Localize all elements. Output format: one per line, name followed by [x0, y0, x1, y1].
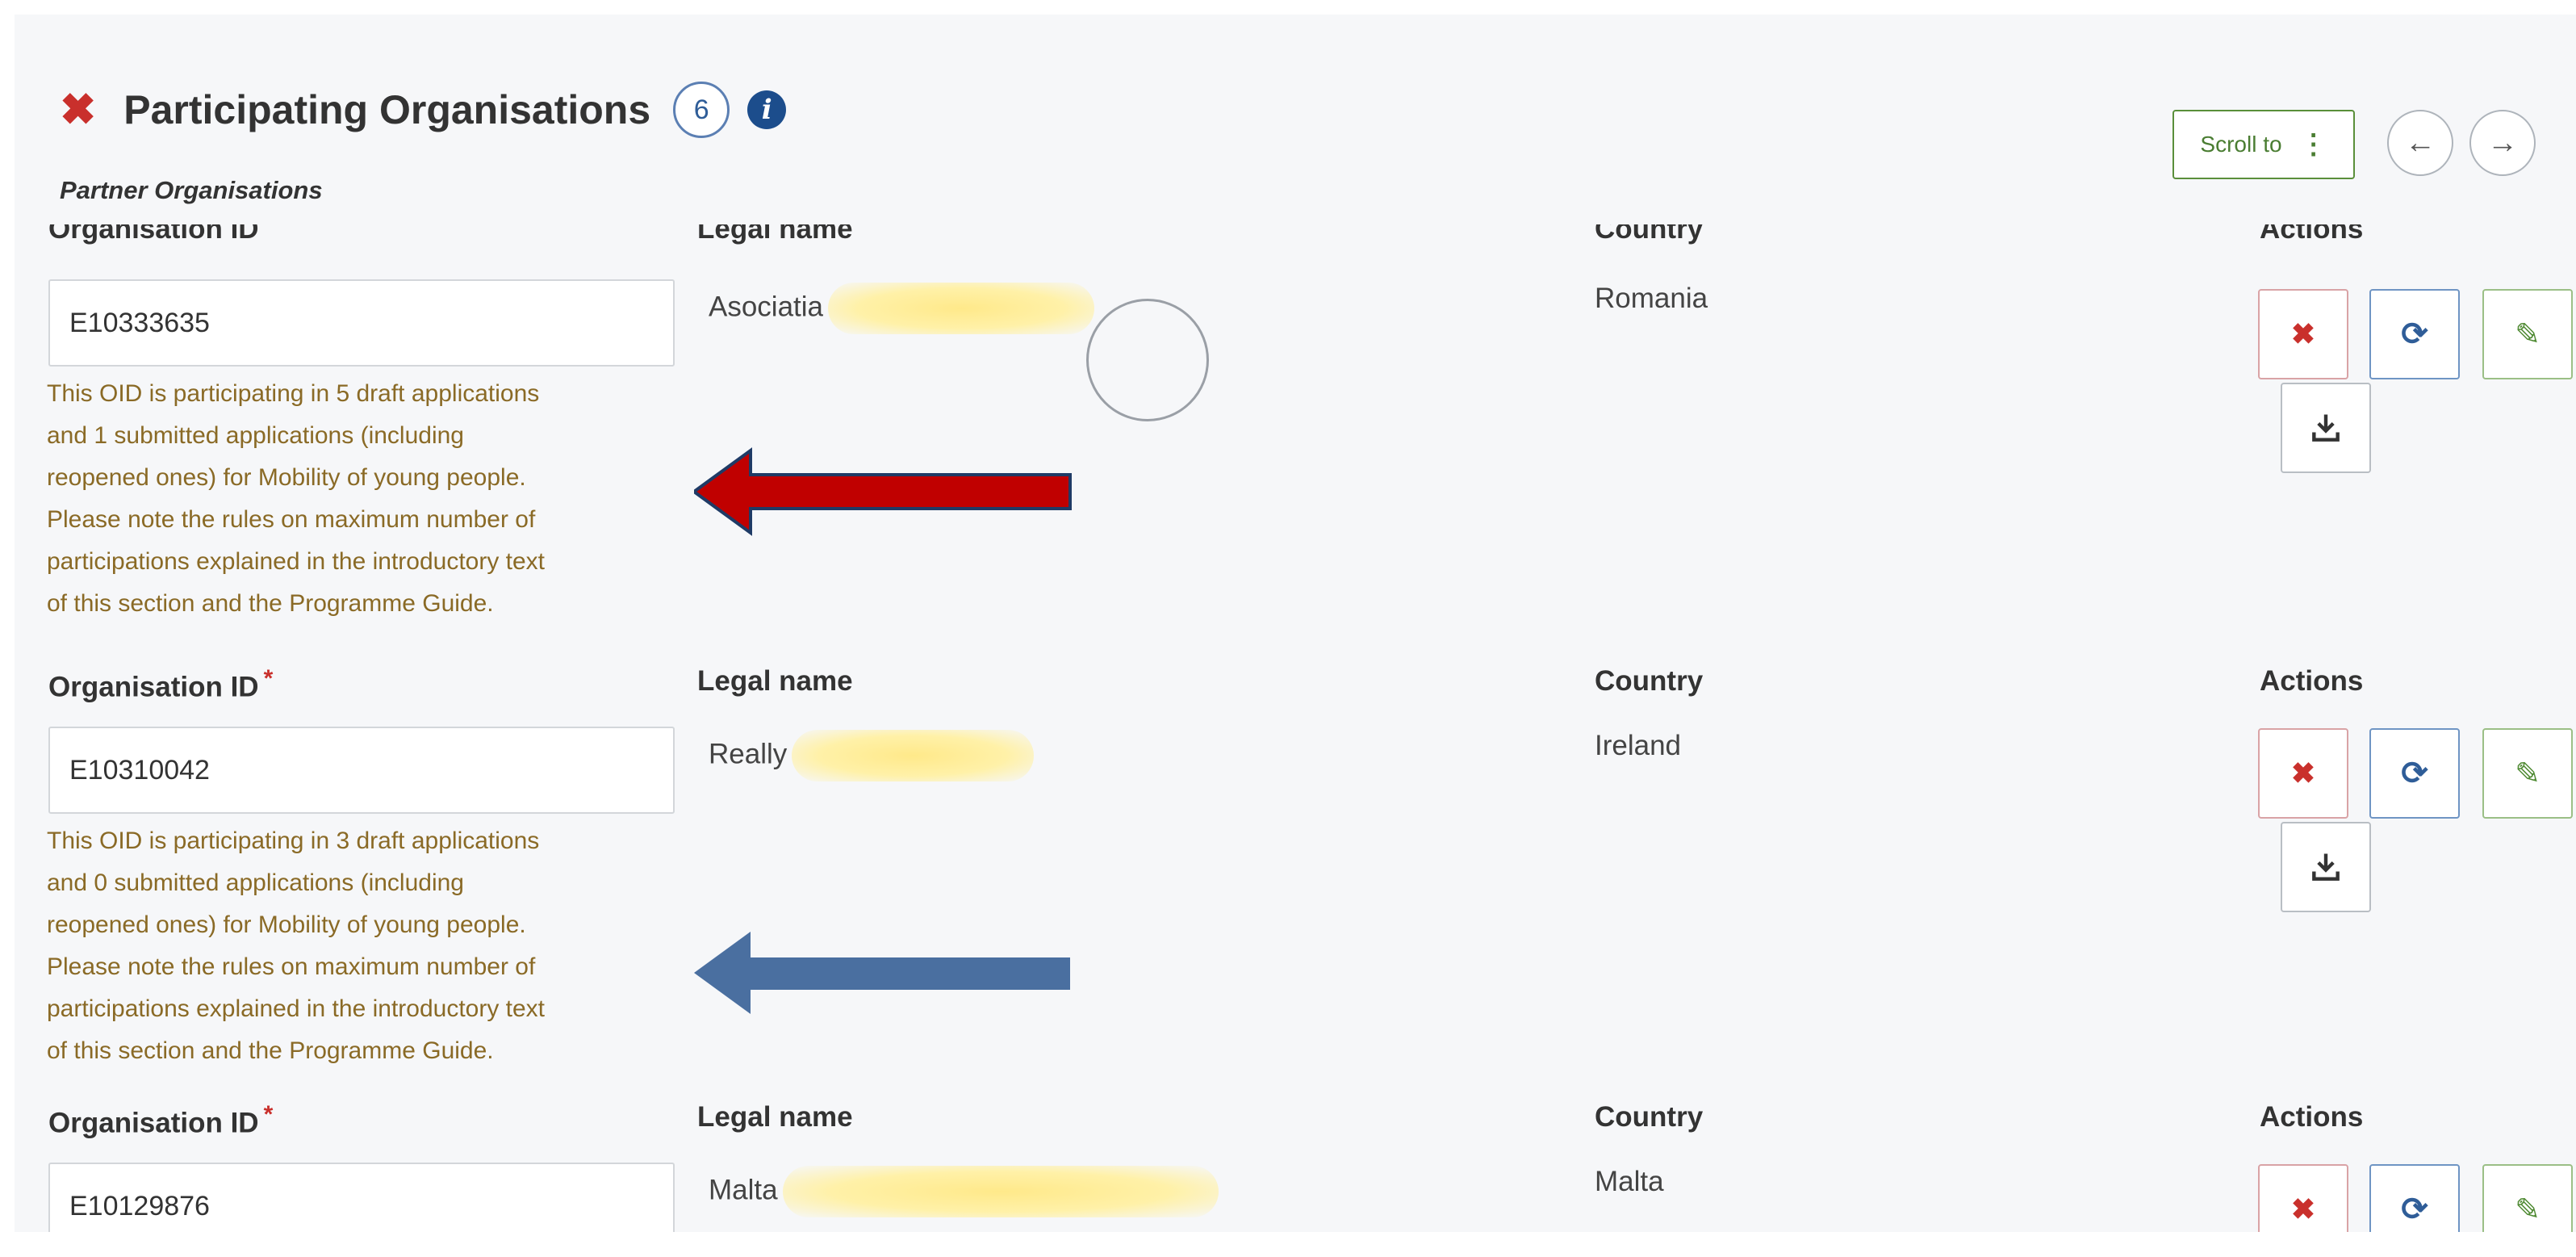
- country-label: Country: [1595, 224, 1704, 245]
- oid-warning-message: This OID is participating in 3 draft app…: [47, 828, 546, 1064]
- organisation-id-input[interactable]: E10310042: [48, 727, 675, 814]
- vertical-dots-icon: ⋮: [2299, 129, 2327, 160]
- download-icon: [2312, 853, 2340, 881]
- country-value: Romania: [1595, 283, 1708, 314]
- pencil-icon: ✎: [2515, 756, 2540, 791]
- refresh-button[interactable]: ⟳: [2369, 289, 2460, 379]
- count-badge: 6: [673, 82, 730, 138]
- arrow-right-icon: →: [2487, 125, 2518, 160]
- delete-button[interactable]: ✖: [2258, 728, 2348, 819]
- red-annotation-arrow: [694, 447, 1072, 536]
- refresh-button[interactable]: ⟳: [2369, 728, 2460, 819]
- actions-label: Actions: [2260, 224, 2364, 245]
- refresh-icon: ⟳: [2401, 316, 2428, 352]
- country-label: Country: [1595, 665, 1704, 697]
- cursor-highlight-ring: [1086, 299, 1209, 421]
- oid-warning-message: This OID is participating in 5 draft app…: [47, 380, 546, 617]
- actions-label: Actions: [2260, 665, 2364, 697]
- legal-name-label: Legal name: [697, 224, 853, 245]
- legal-name-value: Malta: [709, 1166, 1219, 1217]
- section-header: ✖ Participating Organisations 6 i: [60, 69, 787, 150]
- previous-button[interactable]: ←: [2387, 110, 2453, 176]
- country-value: Malta: [1595, 1166, 1664, 1197]
- refresh-icon: ⟳: [2401, 1192, 2428, 1227]
- redacted-name: [782, 1166, 1219, 1217]
- download-button[interactable]: [2281, 383, 2371, 473]
- organisation-id-label: Organisation ID: [48, 224, 259, 245]
- close-icon: ✖: [2290, 756, 2316, 790]
- refresh-button[interactable]: ⟳: [2369, 1164, 2460, 1232]
- legal-name-label: Legal name: [697, 1101, 853, 1133]
- scroll-to-label: Scroll to: [2200, 132, 2282, 157]
- organisation-id-label: Organisation ID *: [48, 665, 274, 703]
- organisation-id-input[interactable]: E10333635: [48, 279, 675, 367]
- redacted-name: [828, 283, 1095, 334]
- delete-button[interactable]: ✖: [2258, 289, 2348, 379]
- legal-name-value: Asociatia: [709, 283, 1095, 334]
- edit-button[interactable]: ✎: [2482, 728, 2573, 819]
- info-icon[interactable]: i: [747, 90, 787, 129]
- edit-button[interactable]: ✎: [2482, 289, 2573, 379]
- scroll-to-button[interactable]: Scroll to ⋮: [2172, 110, 2355, 179]
- pencil-icon: ✎: [2515, 317, 2540, 352]
- download-button[interactable]: [2281, 822, 2371, 912]
- download-icon: [2312, 414, 2340, 442]
- blue-annotation-arrow: [694, 932, 1070, 1014]
- section-title: Participating Organisations: [123, 87, 651, 132]
- legal-name-label: Legal name: [697, 665, 853, 697]
- redacted-name: [792, 730, 1035, 781]
- close-icon: ✖: [2290, 1192, 2316, 1226]
- arrow-left-icon: ←: [2405, 125, 2436, 160]
- close-icon[interactable]: ✖: [60, 88, 96, 132]
- close-icon: ✖: [2290, 317, 2316, 350]
- actions-label: Actions: [2260, 1101, 2364, 1133]
- refresh-icon: ⟳: [2401, 756, 2428, 791]
- organisation-id-label: Organisation ID *: [48, 1101, 274, 1139]
- legal-name-value: Really: [709, 730, 1035, 781]
- pencil-icon: ✎: [2515, 1192, 2540, 1227]
- organisation-id-input[interactable]: E10129876: [48, 1163, 675, 1232]
- next-button[interactable]: →: [2469, 110, 2536, 176]
- country-value: Ireland: [1595, 730, 1682, 761]
- delete-button[interactable]: ✖: [2258, 1164, 2348, 1232]
- country-label: Country: [1595, 1101, 1704, 1133]
- partner-organisations-heading: Partner Organisations: [60, 176, 323, 204]
- participating-organisations-panel: ✖ Participating Organisations 6 i Partne…: [15, 15, 2576, 1232]
- edit-button[interactable]: ✎: [2482, 1164, 2573, 1232]
